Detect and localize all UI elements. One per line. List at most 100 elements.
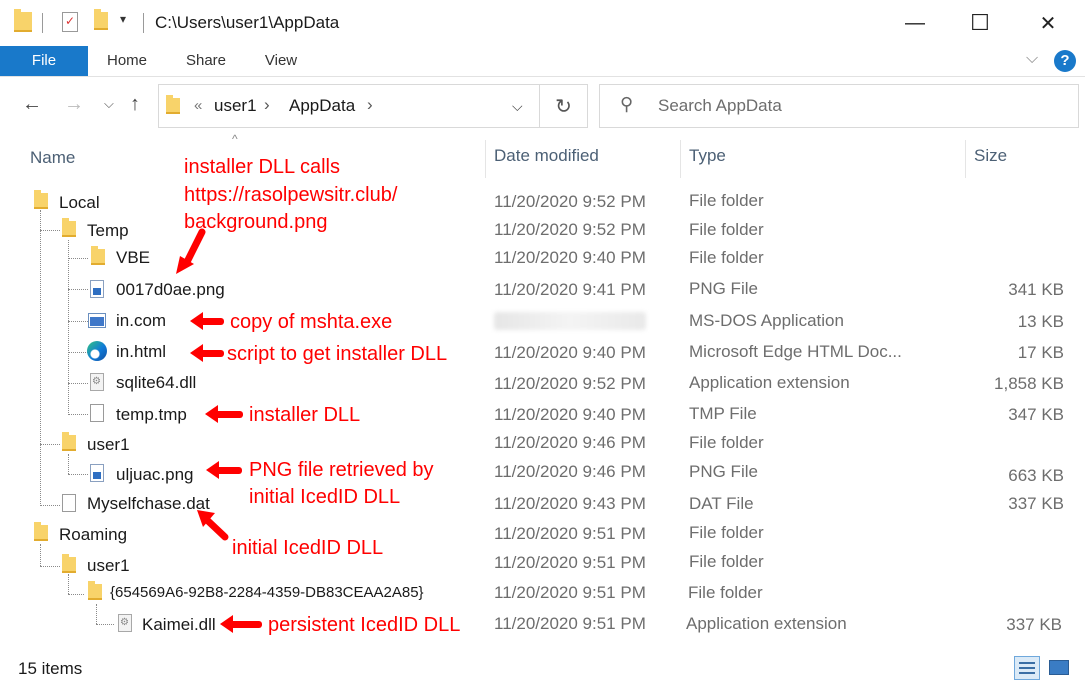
date-cell: 11/20/2020 9:51 PM [494, 524, 646, 543]
tab-share[interactable]: Share [176, 46, 236, 76]
type-cell: File folder [689, 248, 764, 267]
annotation-arrow-icon [215, 411, 243, 418]
type-cell: Application extension [689, 373, 850, 392]
column-name[interactable]: Name [30, 148, 75, 168]
annotation-png-retrieved-1: PNG file retrieved by [249, 459, 434, 481]
annotation-mshta: copy of mshta.exe [230, 311, 393, 333]
type-cell: File folder [689, 523, 764, 542]
list-item[interactable]: Myselfchase.dat [87, 494, 210, 514]
tree-line [40, 566, 60, 567]
sort-ascending-icon: ^ [232, 132, 238, 146]
column-size[interactable]: Size [974, 146, 1007, 166]
breadcrumb-separator[interactable]: › [264, 95, 270, 115]
list-item[interactable]: Roaming [59, 525, 127, 545]
annotation-arrow-icon [230, 621, 262, 628]
maximize-button[interactable]: ☐ [950, 0, 1010, 46]
list-item[interactable]: user1 [87, 435, 130, 455]
blank-file-icon [62, 494, 76, 512]
annotation-script: script to get installer DLL [227, 343, 448, 365]
type-cell: TMP File [689, 404, 757, 423]
date-cell: 11/20/2020 9:52 PM [494, 192, 646, 211]
customize-quick-access-icon[interactable]: ▾ [120, 12, 126, 26]
breadcrumb-separator[interactable]: › [367, 95, 373, 115]
tree-line [40, 230, 60, 231]
date-cell: 11/20/2020 9:51 PM [494, 614, 646, 633]
tab-home[interactable]: Home [96, 46, 158, 76]
folder-icon [34, 522, 48, 541]
up-button[interactable]: ↑ [130, 93, 140, 116]
column-divider[interactable] [680, 140, 681, 178]
refresh-button[interactable]: ↻ [540, 84, 588, 128]
type-cell: File folder [689, 191, 764, 210]
back-button[interactable]: ← [22, 93, 42, 116]
forward-button[interactable]: → [64, 93, 84, 116]
date-cell: 11/20/2020 9:52 PM [494, 374, 646, 393]
recent-locations-icon[interactable]: ⌵ [104, 96, 114, 112]
date-cell: 11/20/2020 9:43 PM [494, 494, 646, 513]
column-divider[interactable] [485, 140, 486, 178]
list-item[interactable]: in.html [116, 342, 166, 362]
list-item[interactable]: user1 [87, 556, 130, 576]
list-item[interactable]: Kaimei.dll [142, 615, 216, 635]
list-item[interactable]: sqlite64.dll [116, 373, 196, 393]
list-item[interactable]: 0017d0ae.png [116, 280, 225, 300]
tree-line [68, 240, 69, 415]
divider [143, 13, 144, 33]
details-view-icon[interactable] [1014, 656, 1040, 680]
column-divider[interactable] [965, 140, 966, 178]
list-item[interactable]: {654569A6-92B8-2284-4359-DB83CEAA2A85} [110, 584, 424, 601]
tab-file[interactable]: File [0, 46, 88, 76]
expand-ribbon-icon[interactable]: ⌵ [1026, 50, 1038, 68]
breadcrumb-appdata[interactable]: AppData [289, 96, 355, 116]
tree-line [68, 258, 88, 259]
large-icons-view-icon[interactable] [1046, 656, 1072, 680]
date-cell: 11/20/2020 9:40 PM [494, 405, 646, 424]
folder-icon [62, 218, 76, 237]
annotation-png-retrieved-2: initial IcedID DLL [249, 486, 401, 508]
folder-icon [62, 432, 76, 451]
tree-line [96, 604, 97, 624]
date-cell: 11/20/2020 9:46 PM [494, 433, 646, 452]
tree-line [40, 544, 41, 566]
tree-line [68, 594, 84, 595]
annotation-installer-calls-1: installer DLL calls [184, 156, 340, 178]
list-item[interactable]: Local [59, 193, 100, 213]
dll-file-icon [90, 373, 104, 391]
size-cell: 337 KB [1008, 494, 1064, 513]
date-cell: 11/20/2020 9:41 PM [494, 280, 646, 299]
list-item[interactable]: uljuac.png [116, 465, 194, 485]
blank-file-icon [90, 404, 104, 422]
list-item[interactable]: temp.tmp [116, 405, 187, 425]
tree-line [68, 352, 88, 353]
search-placeholder: Search AppData [658, 96, 782, 115]
help-icon[interactable]: ? [1054, 50, 1076, 72]
window-title: C:\Users\user1\AppData [155, 13, 340, 32]
annotation-arrow-icon [200, 318, 224, 325]
annotation-arrow-icon [197, 510, 229, 541]
annotation-arrow-icon [216, 467, 242, 474]
tree-line [68, 414, 88, 415]
item-count: 15 items [18, 659, 83, 678]
breadcrumb-overflow[interactable]: « [194, 97, 202, 114]
properties-icon[interactable]: ✓ [62, 12, 78, 32]
size-cell: 341 KB [1008, 280, 1064, 299]
folder-icon [62, 554, 76, 573]
list-item[interactable]: in.com [116, 311, 166, 331]
tab-view[interactable]: View [252, 46, 310, 76]
annotation-arrow-icon [200, 350, 224, 357]
type-cell: File folder [689, 552, 764, 571]
new-folder-icon[interactable] [94, 9, 108, 30]
breadcrumb-user1[interactable]: user1 [214, 96, 257, 116]
msdos-app-icon [88, 313, 106, 328]
column-type[interactable]: Type [689, 146, 726, 166]
folder-icon [14, 9, 32, 32]
address-dropdown-icon[interactable]: ⌵ [512, 98, 523, 115]
minimize-button[interactable]: — [885, 0, 945, 46]
column-date-modified[interactable]: Date modified [494, 146, 599, 166]
type-cell: PNG File [689, 279, 758, 298]
list-item[interactable]: VBE [116, 248, 150, 268]
list-item[interactable]: Temp [87, 221, 129, 241]
close-button[interactable]: ✕ [1018, 0, 1078, 46]
ribbon [0, 46, 1085, 77]
size-cell: 1,858 KB [994, 374, 1064, 393]
